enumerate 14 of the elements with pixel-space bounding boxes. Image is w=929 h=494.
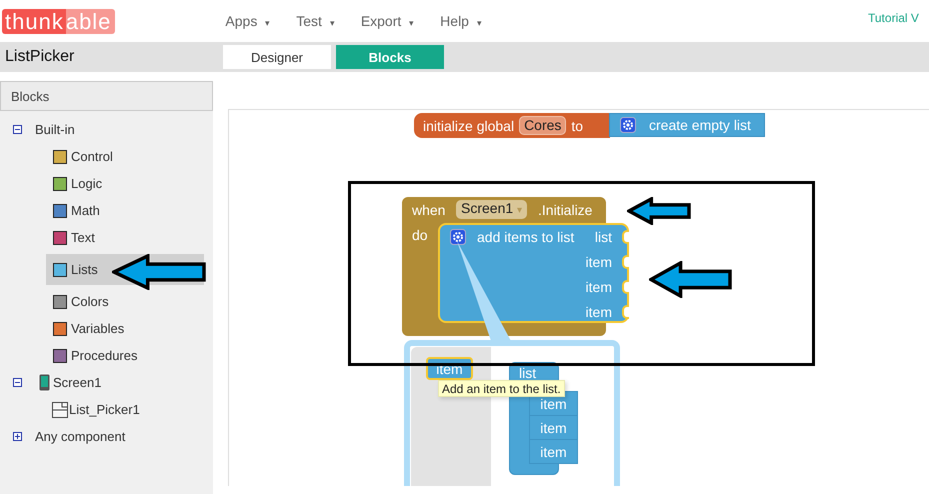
block-label: when: [412, 202, 446, 218]
block-label: to: [571, 118, 584, 134]
project-name: ListPicker: [5, 48, 76, 66]
block-label: create empty list: [649, 117, 751, 133]
block-label: initialize global: [423, 118, 514, 134]
panel-title: Blocks: [0, 81, 213, 111]
tooltip: Add an item to the list.: [438, 380, 565, 397]
socket-label: list: [594, 229, 612, 245]
block-label: .Initialize: [538, 202, 592, 218]
block-label: add items to list: [477, 229, 574, 245]
socket-label: item: [586, 304, 612, 320]
block-label: do: [412, 227, 428, 243]
socket-label: item: [586, 254, 612, 270]
socket-label: item: [586, 279, 612, 295]
